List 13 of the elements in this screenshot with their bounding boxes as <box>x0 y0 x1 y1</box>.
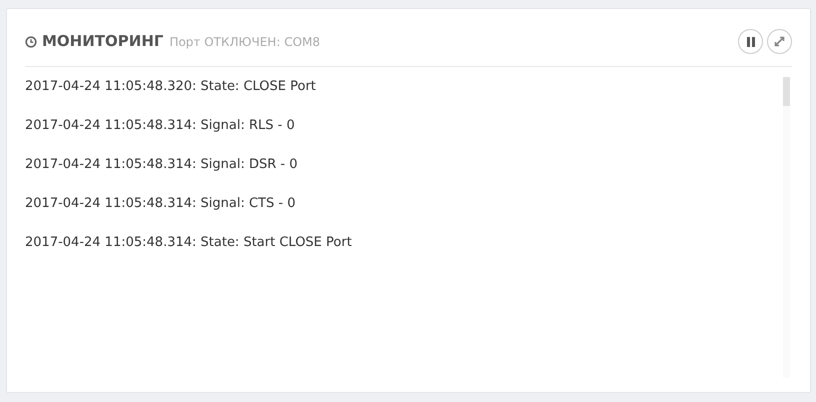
pause-icon <box>746 36 754 46</box>
expand-button[interactable] <box>767 29 792 54</box>
log-entry: 2017-04-24 11:05:48.320: State: CLOSE Port <box>25 78 317 96</box>
log-entry: 2017-04-24 11:05:48.314: Signal: RLS - 0 <box>25 117 296 135</box>
scrollbar[interactable] <box>783 77 790 378</box>
pause-button[interactable] <box>738 29 763 54</box>
log-entry: 2017-04-24 11:05:48.314: Signal: CTS - 0 <box>25 195 296 213</box>
panel-title: МОНИТОРИНГ <box>42 31 164 52</box>
port-status: Порт ОТКЛЮЧЕН: COM8 <box>169 34 320 50</box>
expand-icon <box>774 36 785 47</box>
clock-icon <box>25 36 37 48</box>
log-entry: 2017-04-24 11:05:48.314: Signal: DSR - 0 <box>25 156 298 174</box>
log-entry: 2017-04-24 11:05:48.314: State: Start CLOSE Port <box>25 234 353 252</box>
